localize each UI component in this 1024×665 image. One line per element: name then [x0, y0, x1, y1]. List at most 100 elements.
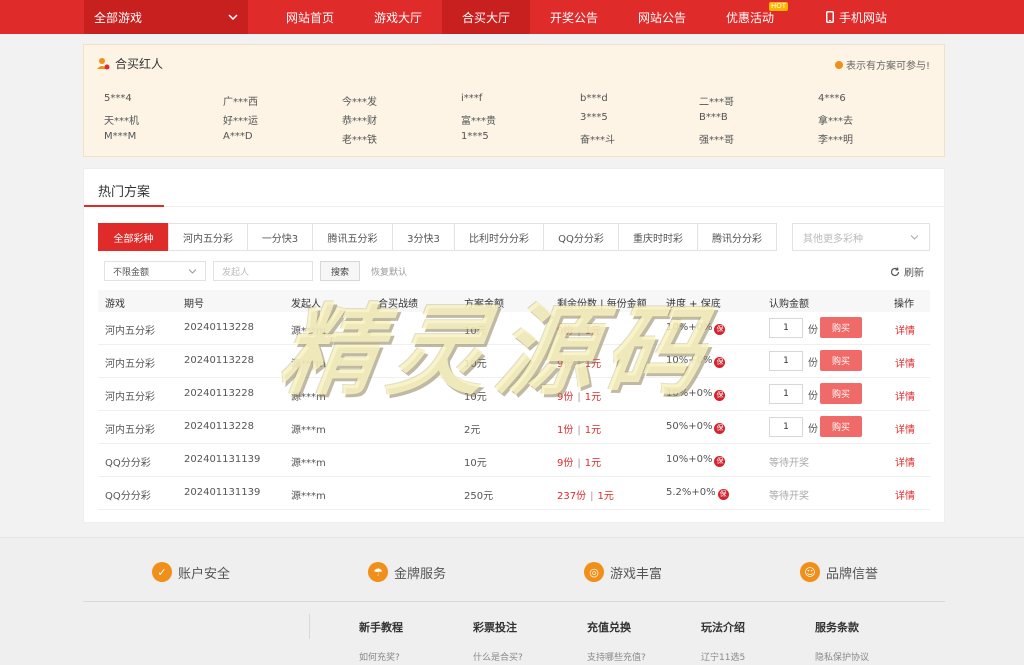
nav-game-hall[interactable]: 游戏大厅 — [354, 0, 442, 34]
celebrity-name[interactable]: 1***5 — [461, 131, 580, 144]
tab-belgium-ffc[interactable]: 比利时分分彩 — [454, 223, 544, 251]
title-underline — [84, 205, 164, 207]
celebrity-name[interactable]: 奋***斗 — [580, 131, 699, 146]
celebrity-name[interactable]: 今***发 — [342, 93, 461, 108]
detail-link[interactable]: 详情 — [895, 421, 915, 436]
tab-label: 比利时分分彩 — [469, 233, 529, 245]
quantity-input[interactable]: 1 — [769, 417, 803, 437]
celebrity-name[interactable]: 天***机 — [104, 112, 223, 127]
all-games-dropdown[interactable]: 全部游戏 — [84, 0, 248, 34]
chevron-down-icon — [188, 268, 197, 274]
celebrity-name[interactable]: 广***西 — [223, 93, 342, 108]
detail-link[interactable]: 详情 — [895, 454, 915, 469]
initiator-input[interactable]: 发起人 — [213, 261, 313, 281]
cell-initiator: 源***m — [291, 491, 326, 502]
celebrity-name[interactable]: i***f — [461, 93, 580, 106]
celebrity-name[interactable]: B***B — [699, 112, 818, 125]
celebrity-name[interactable]: b***d — [580, 93, 699, 106]
amount-filter-select[interactable]: 不限金额 — [104, 261, 206, 281]
celebrity-name[interactable]: 富***贵 — [461, 112, 580, 127]
refresh-button[interactable]: 刷新 — [890, 264, 924, 279]
table-row: QQ分分彩 202401131139 源***m 10元 9份 | 1元 10%+0… — [98, 444, 930, 477]
tab-all-lotteries[interactable]: 全部彩种 — [98, 223, 169, 251]
celebrity-name[interactable]: 强***哥 — [699, 131, 818, 146]
shield-icon: ✓ — [152, 562, 172, 582]
celebrity-name[interactable]: 好***运 — [223, 112, 342, 127]
nav-items: 网站首页 游戏大厅 合买大厅 开奖公告 网站公告 优惠活动 HOT — [266, 0, 794, 34]
celebrity-name[interactable]: M***M — [104, 131, 223, 144]
quantity-input[interactable]: 1 — [769, 351, 803, 371]
celebrity-name[interactable]: A***D — [223, 131, 342, 144]
refresh-icon — [890, 266, 900, 276]
celebrity-name[interactable]: 恭***财 — [342, 112, 461, 127]
detail-link[interactable]: 详情 — [895, 487, 915, 502]
celebrity-name[interactable]: 5***4 — [104, 93, 223, 106]
tab-1min-k3[interactable]: 一分快3 — [247, 223, 313, 251]
footer-col-title: 玩法介绍 — [701, 621, 745, 634]
detail-link[interactable]: 详情 — [895, 355, 915, 370]
detail-link[interactable]: 详情 — [895, 322, 915, 337]
search-button[interactable]: 搜索 — [320, 261, 360, 281]
nav-game-hall-label: 游戏大厅 — [373, 10, 422, 25]
chevron-down-icon — [228, 14, 238, 20]
remain-shares: 1份 — [557, 425, 574, 436]
cell-remain: 9份 | 1元 — [557, 359, 602, 370]
buy-button[interactable]: 购买 — [820, 416, 862, 437]
hot-plans-title: 热门方案 — [98, 185, 151, 200]
footer-link[interactable]: 辽宁11选5 — [701, 650, 745, 663]
cell-game: 河内五分彩 — [105, 359, 155, 370]
mobile-site-label: 手机网站 — [839, 10, 888, 25]
footer-link[interactable]: 支持哪些充值? — [587, 650, 646, 663]
tab-3min-k3[interactable]: 3分快3 — [392, 223, 455, 251]
tab-chongqing-ssc[interactable]: 重庆时时彩 — [618, 223, 698, 251]
nav-announcements[interactable]: 网站公告 — [618, 0, 706, 34]
footer-link[interactable]: 什么是合买? — [473, 650, 523, 663]
footer-link[interactable]: 如何充奖? — [359, 650, 400, 663]
detail-link[interactable]: 详情 — [895, 388, 915, 403]
quantity-input[interactable]: 1 — [769, 318, 803, 338]
tab-tencent-5min[interactable]: 腾讯五分彩 — [312, 223, 393, 251]
cell-amount: 250元 — [464, 491, 494, 502]
nav-home[interactable]: 网站首页 — [266, 0, 354, 34]
nav-group-buy-hall-label: 合买大厅 — [461, 10, 510, 25]
tab-hanoi-5min[interactable]: 河内五分彩 — [168, 223, 248, 251]
celebrity-name[interactable]: 李***明 — [818, 131, 937, 146]
more-lotteries-select[interactable]: 其他更多彩种 — [792, 223, 930, 251]
th-amount: 方案金额 — [464, 299, 504, 310]
celebrity-name[interactable]: 拿***去 — [818, 112, 937, 127]
celebrity-name[interactable]: 4***6 — [818, 93, 937, 106]
cell-game: 河内五分彩 — [105, 326, 155, 337]
nav-group-buy-hall[interactable]: 合买大厅 — [442, 0, 530, 34]
refresh-label: 刷新 — [904, 268, 924, 279]
celebrity-note: 表示有方案可参与! — [834, 57, 930, 72]
progress-value: 10%+0% — [666, 454, 713, 465]
reset-link[interactable]: 恢复默认 — [371, 265, 407, 278]
nav-draw-results[interactable]: 开奖公告 — [530, 0, 618, 34]
quantity-input[interactable]: 1 — [769, 384, 803, 404]
celebrity-name[interactable]: 老***铁 — [342, 131, 461, 146]
footer-link[interactable]: 隐私保护协议 — [815, 650, 869, 663]
cell-remain: 9份 | 1元 — [557, 458, 602, 469]
mobile-site-link[interactable]: 手机网站 — [826, 0, 887, 34]
remain-shares: 9份 — [557, 458, 574, 469]
cell-remain: 9份 | 1元 — [557, 392, 602, 403]
initiator-placeholder: 发起人 — [222, 267, 250, 278]
tab-qq-ffc[interactable]: QQ分分彩 — [543, 223, 619, 251]
buy-button[interactable]: 购买 — [820, 350, 862, 371]
cell-game: 河内五分彩 — [105, 392, 155, 403]
footer-col-title: 新手教程 — [359, 621, 403, 634]
tab-tencent-ffc[interactable]: 腾讯分分彩 — [697, 223, 777, 251]
buy-button[interactable]: 购买 — [820, 317, 862, 338]
status-text: 等待开奖 — [769, 491, 809, 502]
status-text: 等待开奖 — [769, 458, 809, 469]
feature-label: 账户安全 — [178, 566, 231, 582]
per-share: 1元 — [584, 425, 602, 436]
nav-promotions[interactable]: 优惠活动 HOT — [706, 0, 794, 34]
guarantee-icon: 保 — [714, 357, 726, 368]
th-action: 操作 — [894, 299, 914, 310]
celebrity-name[interactable]: 3***5 — [580, 112, 699, 125]
celebrity-title-text: 合买红人 — [115, 57, 164, 71]
celebrity-name[interactable]: 二***哥 — [699, 93, 818, 108]
buy-button[interactable]: 购买 — [820, 383, 862, 404]
cell-amount: 10元 — [464, 326, 487, 337]
